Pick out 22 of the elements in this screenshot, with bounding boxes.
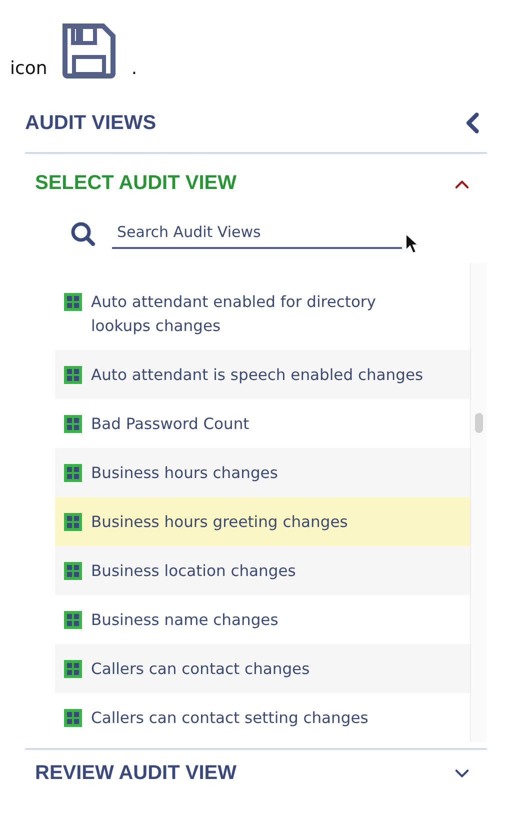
audit-view-item[interactable]: Callers can contact changes bbox=[55, 644, 470, 693]
scrollbar-thumb[interactable] bbox=[475, 413, 483, 433]
mouse-cursor-icon bbox=[405, 233, 419, 255]
search-icon bbox=[70, 221, 96, 247]
panel-title: AUDIT VIEWS bbox=[25, 112, 156, 134]
audit-view-item[interactable]: Business hours greeting changes bbox=[55, 497, 470, 546]
grid-icon bbox=[64, 415, 82, 433]
caption-text: icon bbox=[10, 60, 48, 80]
section-title: REVIEW AUDIT VIEW bbox=[35, 762, 236, 785]
grid-icon bbox=[64, 562, 82, 580]
grid-icon bbox=[64, 709, 82, 727]
grid-icon bbox=[64, 293, 82, 311]
audit-view-item[interactable]: Business location changes bbox=[55, 546, 470, 595]
audit-view-item[interactable]: Business hours changes bbox=[55, 448, 470, 497]
grid-icon bbox=[64, 611, 82, 629]
grid-icon bbox=[64, 660, 82, 678]
caption-period: . bbox=[131, 60, 138, 80]
audit-view-item[interactable]: Auto attendant is speech enabled changes bbox=[55, 350, 470, 399]
grid-icon bbox=[64, 513, 82, 531]
grid-icon bbox=[64, 464, 82, 482]
grid-icon bbox=[64, 366, 82, 384]
section-title: SELECT AUDIT VIEW bbox=[35, 172, 236, 195]
